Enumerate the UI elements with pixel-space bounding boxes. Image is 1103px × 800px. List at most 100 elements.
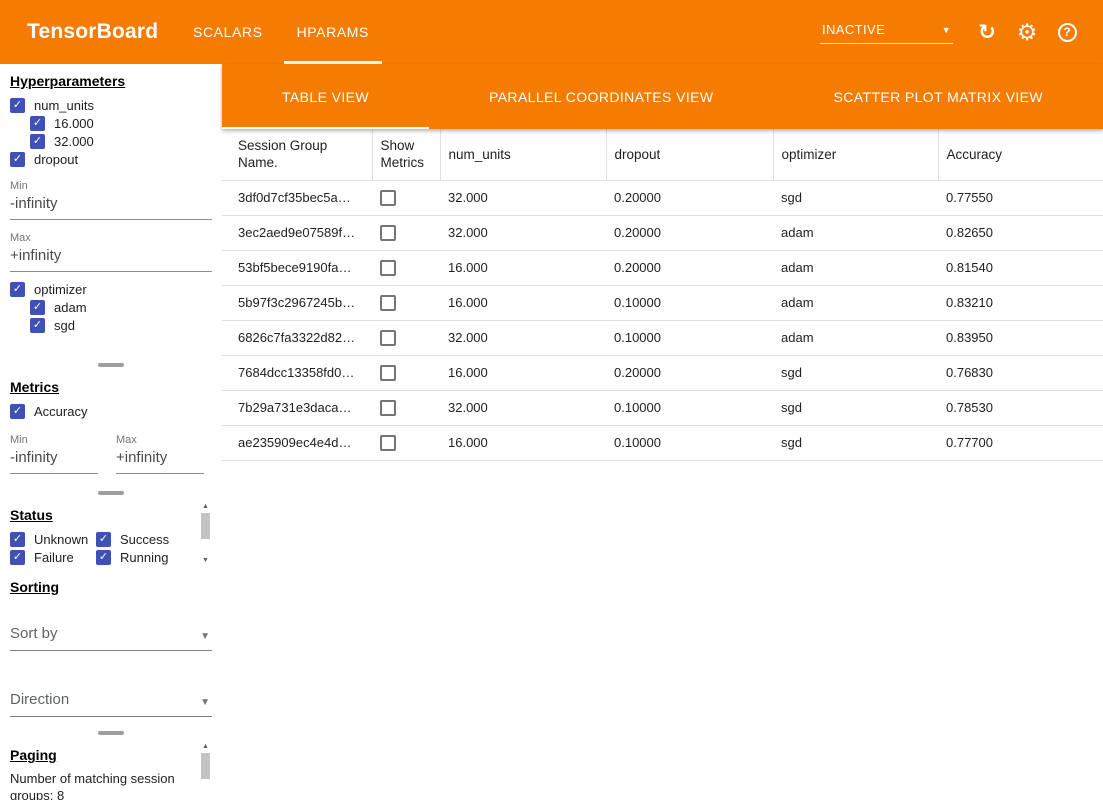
paging-scrollbar[interactable]: ▲ — [200, 742, 211, 796]
show-metrics-checkbox[interactable] — [380, 190, 396, 206]
status-dropdown[interactable]: INACTIVE ▼ — [820, 20, 953, 44]
show-metrics-checkbox[interactable] — [380, 295, 396, 311]
col-header-accuracy[interactable]: Accuracy — [938, 129, 1103, 180]
checkbox-checked-icon[interactable]: ✓ — [30, 300, 45, 315]
num-units-cell: 16.000 — [440, 250, 606, 285]
checkbox-checked-icon[interactable]: ✓ — [30, 134, 45, 149]
status-success-label: Success — [120, 532, 169, 547]
hyperparameters-heading: Hyperparameters — [10, 73, 212, 89]
dropout-cell: 0.10000 — [606, 320, 773, 355]
show-metrics-checkbox[interactable] — [380, 260, 396, 276]
checkbox-checked-icon[interactable]: ✓ — [96, 550, 111, 565]
pane-resize-handle[interactable] — [0, 728, 222, 738]
col-header-show-metrics[interactable]: Show Metrics — [372, 129, 440, 180]
sort-by-select[interactable]: Sort by ▼ — [10, 621, 212, 651]
show-metrics-checkbox[interactable] — [380, 330, 396, 346]
dropout-max-input[interactable] — [10, 244, 212, 272]
checkbox-checked-icon[interactable]: ✓ — [10, 98, 25, 113]
scroll-up-icon[interactable]: ▲ — [202, 502, 209, 512]
accuracy-max-input[interactable] — [116, 446, 204, 474]
resize-handle-bar — [98, 363, 124, 367]
status-success-row[interactable]: ✓ Success — [96, 530, 192, 548]
metrics-pane: Metrics ✓ Accuracy Min Max — [0, 370, 222, 488]
show-metrics-checkbox[interactable] — [380, 400, 396, 416]
num-units-cell: 32.000 — [440, 320, 606, 355]
optimizer-option-adam-row[interactable]: ✓ adam — [30, 298, 212, 316]
reload-button[interactable]: ↻ — [967, 12, 1007, 52]
optimizer-cell: sgd — [773, 180, 938, 215]
table-row: 53bf5bece9190fa… 16.000 0.20000 adam 0.8… — [222, 250, 1103, 285]
checkbox-checked-icon[interactable]: ✓ — [96, 532, 111, 547]
status-scrollbar[interactable]: ▲ ▼ — [200, 502, 211, 566]
page-content: Hyperparameters ✓ num_units ✓ 16.000 ✓ 3… — [0, 64, 1103, 800]
pane-resize-handle[interactable] — [0, 488, 222, 498]
show-metrics-checkbox[interactable] — [380, 365, 396, 381]
app-title: TensorBoard — [0, 0, 176, 64]
accuracy-checkbox-row[interactable]: ✓ Accuracy — [10, 402, 212, 420]
view-tab-parallel-coordinates[interactable]: PARALLEL COORDINATES VIEW — [429, 64, 773, 129]
show-metrics-checkbox[interactable] — [380, 225, 396, 241]
sort-by-value: Sort by — [10, 625, 58, 642]
num-units-cell: 32.000 — [440, 390, 606, 425]
paging-pane: Paging Number of matching session groups… — [0, 738, 222, 800]
optimizer-label: optimizer — [34, 282, 87, 297]
checkbox-checked-icon[interactable]: ✓ — [30, 116, 45, 131]
checkbox-checked-icon[interactable]: ✓ — [10, 550, 25, 565]
col-header-dropout[interactable]: dropout — [606, 129, 773, 180]
scroll-down-icon[interactable]: ▼ — [202, 556, 209, 566]
resize-handle-bar — [98, 731, 124, 735]
checkbox-checked-icon[interactable]: ✓ — [10, 532, 25, 547]
table-row: 7684dcc13358fd0… 16.000 0.20000 sgd 0.76… — [222, 355, 1103, 390]
settings-button[interactable]: ⚙ — [1007, 12, 1047, 52]
optimizer-checkbox-row[interactable]: ✓ optimizer — [10, 280, 212, 298]
show-metrics-checkbox[interactable] — [380, 435, 396, 451]
show-metrics-cell — [372, 425, 440, 460]
col-header-session-group-name[interactable]: Session Group Name. — [222, 129, 372, 180]
col-header-num-units[interactable]: num_units — [440, 129, 606, 180]
table-row: 7b29a731e3daca… 32.000 0.10000 sgd 0.785… — [222, 390, 1103, 425]
scroll-up-icon[interactable]: ▲ — [202, 742, 209, 752]
optimizer-cell: adam — [773, 320, 938, 355]
optimizer-cell: adam — [773, 215, 938, 250]
tab-scalars[interactable]: SCALARS — [176, 0, 280, 64]
help-button[interactable]: ? — [1047, 12, 1087, 52]
accuracy-min-input[interactable] — [10, 446, 98, 474]
checkbox-checked-icon[interactable]: ✓ — [10, 152, 25, 167]
optimizer-cell: sgd — [773, 390, 938, 425]
dropout-cell: 0.20000 — [606, 250, 773, 285]
status-scroll-thumb[interactable] — [201, 513, 210, 539]
status-unknown-row[interactable]: ✓ Unknown — [10, 530, 96, 548]
pane-resize-handle[interactable] — [0, 360, 222, 370]
matching-session-groups-text: Number of matching session groups: 8 — [10, 770, 212, 800]
status-failure-row[interactable]: ✓ Failure — [10, 548, 96, 566]
dropout-cell: 0.10000 — [606, 390, 773, 425]
view-tab-scatter-plot-matrix[interactable]: SCATTER PLOT MATRIX VIEW — [773, 64, 1103, 129]
view-tab-table[interactable]: TABLE VIEW — [222, 64, 429, 129]
dropout-cell: 0.10000 — [606, 425, 773, 460]
show-metrics-cell — [372, 180, 440, 215]
checkbox-checked-icon[interactable]: ✓ — [10, 282, 25, 297]
dropout-checkbox-row[interactable]: ✓ dropout — [10, 150, 212, 168]
dropout-min-input[interactable] — [10, 192, 212, 220]
session-group-name-cell: 3ec2aed9e07589f… — [222, 215, 372, 250]
dropout-min-label: Min — [10, 180, 212, 192]
sorting-heading: Sorting — [10, 579, 212, 595]
session-group-name-cell: ae235909ec4e4d… — [222, 425, 372, 460]
tab-hparams[interactable]: HPARAMS — [280, 0, 386, 64]
col-header-optimizer[interactable]: optimizer — [773, 129, 938, 180]
optimizer-option-sgd-row[interactable]: ✓ sgd — [30, 316, 212, 334]
num-units-option-32-row[interactable]: ✓ 32.000 — [30, 132, 212, 150]
accuracy-min-field: Min — [10, 422, 98, 474]
checkbox-checked-icon[interactable]: ✓ — [10, 404, 25, 419]
checkbox-checked-icon[interactable]: ✓ — [30, 318, 45, 333]
dropout-max-label: Max — [10, 232, 212, 244]
table-row: 6826c7fa3322d82… 32.000 0.10000 adam 0.8… — [222, 320, 1103, 355]
num-units-checkbox-row[interactable]: ✓ num_units — [10, 96, 212, 114]
paging-scroll-thumb[interactable] — [201, 753, 210, 779]
status-options-grid: ✓ Unknown ✓ Success ✓ Failure ✓ Running — [10, 530, 212, 566]
chevron-down-icon: ▼ — [942, 25, 951, 35]
direction-select[interactable]: Direction ▼ — [10, 687, 212, 717]
show-metrics-cell — [372, 320, 440, 355]
num-units-option-16-row[interactable]: ✓ 16.000 — [30, 114, 212, 132]
status-running-row[interactable]: ✓ Running — [96, 548, 192, 566]
